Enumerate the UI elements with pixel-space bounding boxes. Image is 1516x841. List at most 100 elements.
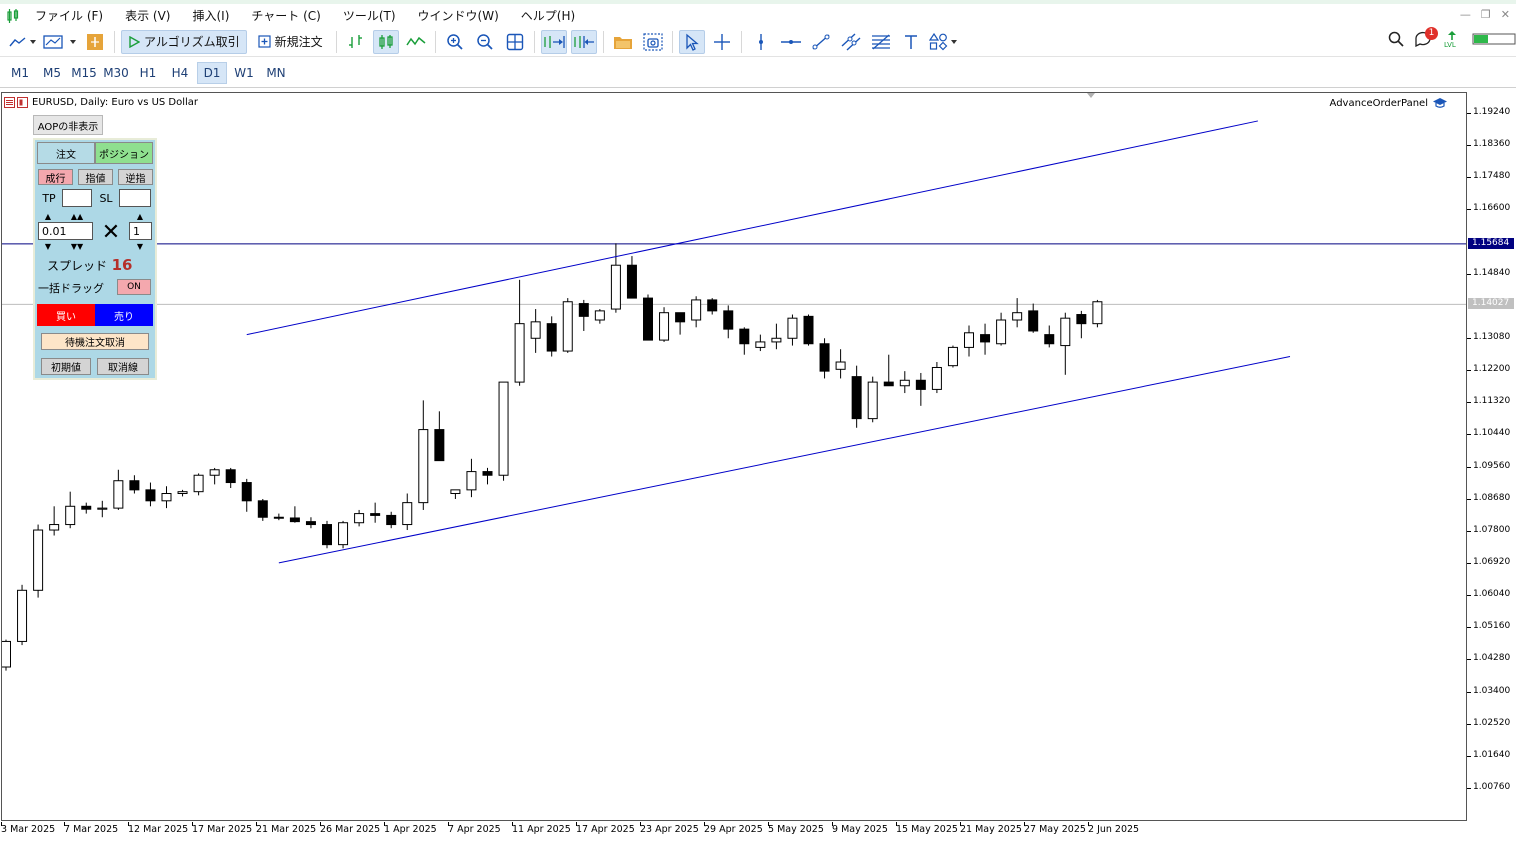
- candle-body: [450, 489, 461, 495]
- vertical-line-icon[interactable]: [748, 30, 774, 54]
- minimize-icon[interactable]: —: [1460, 8, 1471, 21]
- count-input[interactable]: 1: [129, 222, 152, 240]
- candle-body: [931, 366, 942, 390]
- restore-icon[interactable]: ❐: [1481, 8, 1491, 21]
- timeframe-m5[interactable]: M5: [37, 62, 67, 84]
- market-watch-icon[interactable]: [82, 30, 108, 54]
- candle-body: [851, 376, 862, 420]
- tp-input[interactable]: [62, 189, 92, 207]
- zoom-out-icon[interactable]: [472, 30, 498, 54]
- date-tick-label: 21 Mar 2025: [256, 822, 317, 835]
- timeframe-d1[interactable]: D1: [197, 61, 227, 84]
- cancel-line-button[interactable]: 取消線: [97, 358, 149, 375]
- candle-body: [370, 513, 381, 516]
- buy-button[interactable]: 買い: [37, 304, 95, 326]
- timeframe-w1[interactable]: W1: [229, 62, 259, 84]
- menu-insert[interactable]: 挿入(I): [181, 5, 240, 27]
- timeframe-h1[interactable]: H1: [133, 62, 163, 84]
- timeframe-m30[interactable]: M30: [101, 62, 131, 84]
- lot-up-icon[interactable]: ▲: [41, 212, 55, 221]
- horizontal-line-icon[interactable]: [778, 30, 804, 54]
- candle-body: [241, 482, 252, 502]
- new-order-button[interactable]: 新規注文: [251, 30, 330, 54]
- candle-body: [225, 469, 236, 484]
- crosshair-icon[interactable]: [709, 30, 735, 54]
- candle-body: [514, 323, 525, 383]
- menu-file[interactable]: ファイル (F): [24, 5, 114, 27]
- screenshot-icon[interactable]: [640, 30, 666, 54]
- menu-help[interactable]: ヘルプ(H): [510, 5, 586, 27]
- lot-up-fast-icon[interactable]: ▲▲: [65, 212, 89, 221]
- price-tick-label: 1.16600: [1466, 203, 1511, 214]
- price-chart[interactable]: [2, 93, 1466, 820]
- menu-window[interactable]: ウインドウ(W): [407, 5, 510, 27]
- lot-down-fast-icon[interactable]: ▼▼: [65, 242, 89, 251]
- market-order-button[interactable]: 成行: [38, 169, 73, 185]
- count-down-icon[interactable]: ▼: [133, 242, 147, 251]
- lot-down-icon[interactable]: ▼: [41, 242, 55, 251]
- timeframe-h4[interactable]: H4: [165, 62, 195, 84]
- candle-body: [819, 343, 830, 372]
- tab-order[interactable]: 注文: [37, 142, 95, 164]
- sl-input[interactable]: [119, 189, 151, 207]
- date-axis[interactable]: 3 Mar 2025 7 Mar 2025 12 Mar 2025 17 Mar 20…: [0, 822, 1467, 841]
- notifications-icon[interactable]: 1: [1414, 27, 1438, 50]
- price-tick-label: 1.06040: [1466, 589, 1511, 600]
- tile-windows-icon[interactable]: [502, 30, 528, 54]
- line-chart-type-icon[interactable]: [403, 30, 429, 54]
- stop-order-button[interactable]: 逆指: [118, 169, 153, 185]
- folder-icon[interactable]: [610, 30, 636, 54]
- price-axis[interactable]: 1.19240 1.18360 1.17480 1.16600 1.14840 1.130…: [1466, 92, 1516, 821]
- text-tool-icon[interactable]: [898, 30, 924, 54]
- fibonacci-icon[interactable]: [868, 30, 894, 54]
- price-tick-label: 1.14840: [1466, 267, 1511, 278]
- candlestick-chart-icon[interactable]: [372, 29, 399, 54]
- chart-window[interactable]: [1, 92, 1467, 821]
- menu-tools[interactable]: ツール(T): [332, 5, 407, 27]
- candle-body: [546, 323, 557, 352]
- shapes-menu-icon[interactable]: [928, 30, 960, 54]
- zoom-in-icon[interactable]: [442, 30, 468, 54]
- close-icon[interactable]: ✕: [1501, 8, 1510, 21]
- candle-body: [1092, 301, 1103, 325]
- algo-trading-button[interactable]: アルゴリズム取引: [121, 29, 247, 54]
- signal-lvl-icon[interactable]: LVL: [1442, 30, 1462, 51]
- price-tick-label: 1.03400: [1466, 685, 1511, 696]
- search-icon[interactable]: [1388, 31, 1404, 50]
- candle-body: [81, 505, 92, 510]
- tab-position[interactable]: ポジション: [95, 142, 153, 164]
- menu-bar: ファイル (F) 表示 (V) 挿入(I) チャート (C) ツール(T) ウイ…: [0, 0, 1516, 27]
- chart-template-icon[interactable]: [42, 30, 78, 54]
- price-tick-label: 1.18360: [1466, 139, 1511, 150]
- reset-button[interactable]: 初期値: [41, 358, 91, 375]
- lot-size-input[interactable]: 0.01: [38, 222, 93, 240]
- line-chart-icon[interactable]: [8, 30, 38, 54]
- price-tick-label: 1.07800: [1466, 524, 1511, 535]
- cursor-icon[interactable]: [678, 29, 705, 54]
- price-tick-label: 1.10440: [1466, 428, 1511, 439]
- bulk-drag-toggle[interactable]: ON: [117, 279, 151, 295]
- timeframe-m1[interactable]: M1: [5, 62, 35, 84]
- timeframe-m15[interactable]: M15: [69, 62, 99, 84]
- cancel-pending-orders-button[interactable]: 待機注文取消: [41, 333, 149, 350]
- menu-view[interactable]: 表示 (V): [114, 5, 181, 27]
- toolbar-separator: [740, 30, 742, 53]
- limit-order-button[interactable]: 指値: [78, 169, 113, 185]
- date-tick-label: 7 Mar 2025: [64, 822, 119, 835]
- menu-chart[interactable]: チャート (C): [240, 5, 331, 27]
- app-candles-icon[interactable]: [2, 5, 24, 27]
- timeframe-mn[interactable]: MN: [261, 62, 291, 84]
- auto-scroll-icon[interactable]: [540, 29, 567, 54]
- count-up-icon[interactable]: ▲: [133, 212, 147, 221]
- date-tick-label: 23 Apr 2025: [640, 822, 699, 835]
- date-tick-label: 7 Apr 2025: [448, 822, 501, 835]
- bar-chart-icon[interactable]: [343, 30, 369, 54]
- price-tick-label: 1.02520: [1466, 717, 1511, 728]
- aop-hide-button[interactable]: AOPの非表示: [33, 115, 103, 135]
- trendline-icon[interactable]: [808, 30, 834, 54]
- chart-shift-icon[interactable]: [570, 29, 597, 54]
- equidistant-channel-icon[interactable]: [838, 30, 864, 54]
- sell-button[interactable]: 売り: [95, 304, 153, 326]
- toolbar-separator: [602, 30, 604, 53]
- candle-body: [33, 529, 44, 591]
